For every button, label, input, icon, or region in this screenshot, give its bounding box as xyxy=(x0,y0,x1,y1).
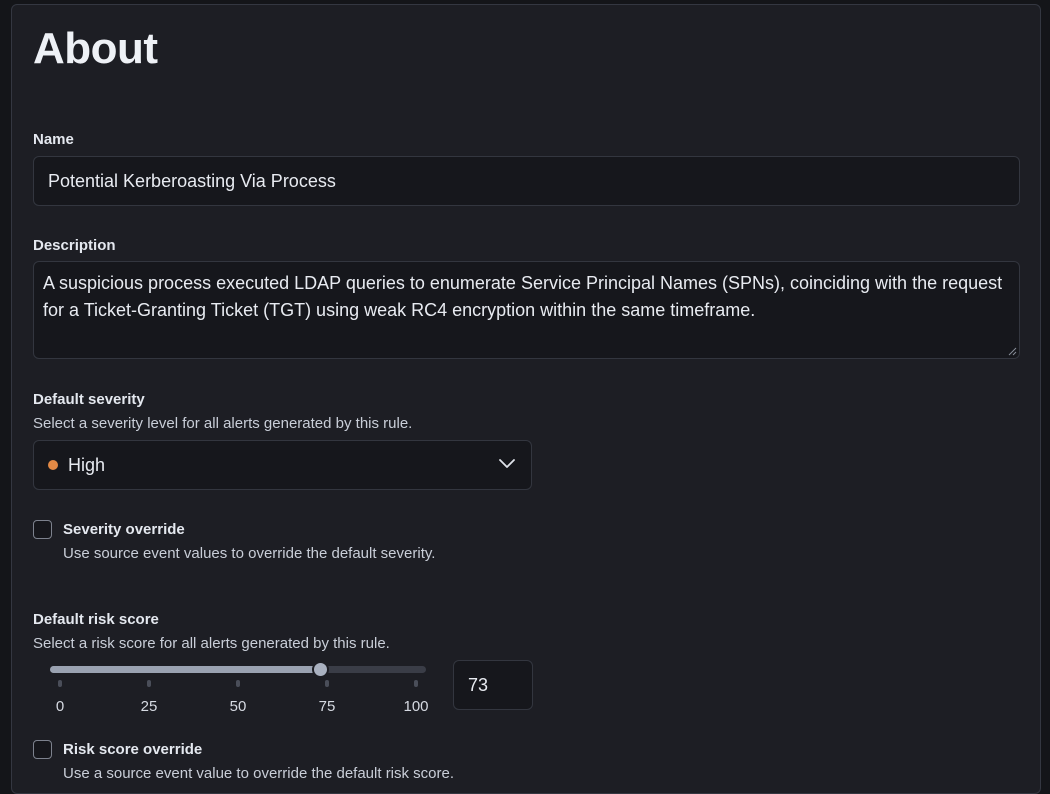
resize-grip-icon[interactable] xyxy=(1007,346,1017,356)
slider-fill xyxy=(50,666,320,673)
default-severity-help: Select a severity level for all alerts g… xyxy=(33,415,413,432)
slider-tick-label: 75 xyxy=(318,698,336,715)
default-risk-score-label: Default risk score xyxy=(33,611,159,628)
risk-score-override-label: Risk score override xyxy=(63,741,203,758)
risk-score-override-checkbox[interactable] xyxy=(33,740,52,759)
slider-tick xyxy=(147,680,151,687)
severity-override-checkbox[interactable] xyxy=(33,520,52,539)
default-risk-score-help: Select a risk score for all alerts gener… xyxy=(33,635,390,652)
slider-tick xyxy=(414,680,418,687)
slider-tick xyxy=(236,680,240,687)
status-dot-icon xyxy=(48,460,58,470)
name-input[interactable]: Potential Kerberoasting Via Process xyxy=(33,156,1020,206)
slider-tick-label: 50 xyxy=(229,698,247,715)
risk-score-slider[interactable]: 0 25 50 75 100 xyxy=(50,660,429,720)
slider-tick xyxy=(58,680,62,687)
risk-score-override-help: Use a source event value to override the… xyxy=(63,765,455,782)
risk-score-input[interactable]: 73 xyxy=(453,660,533,710)
slider-tick-label: 0 xyxy=(55,698,65,715)
severity-selected-value: High xyxy=(68,454,106,475)
slider-tick xyxy=(325,680,329,687)
description-label: Description xyxy=(33,237,116,254)
slider-thumb[interactable] xyxy=(311,661,329,678)
slider-tick-label: 25 xyxy=(140,698,158,715)
slider-tick-label: 100 xyxy=(403,698,429,715)
default-severity-label: Default severity xyxy=(33,391,145,408)
description-textarea[interactable]: A suspicious process executed LDAP queri… xyxy=(33,261,1020,359)
chevron-down-icon xyxy=(499,459,515,468)
severity-override-label: Severity override xyxy=(63,521,185,538)
severity-override-help: Use source event values to override the … xyxy=(63,545,436,562)
name-label: Name xyxy=(33,131,74,148)
description-text: A suspicious process executed LDAP queri… xyxy=(43,273,1003,320)
severity-select[interactable]: High xyxy=(33,440,532,490)
page-title: About xyxy=(33,24,158,73)
about-panel: About Name Potential Kerberoasting Via P… xyxy=(11,4,1041,794)
